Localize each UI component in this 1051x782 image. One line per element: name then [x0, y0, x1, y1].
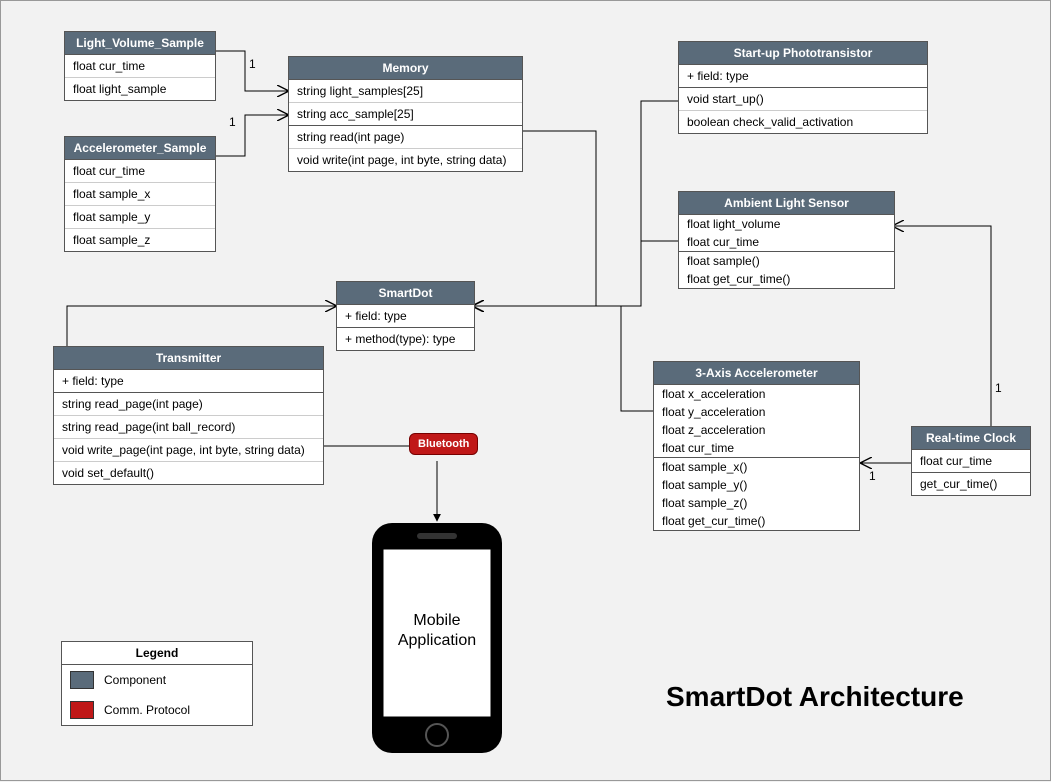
multiplicity-label: 1: [249, 57, 256, 71]
class-memory: Memory string light_samples[25] string a…: [288, 56, 523, 172]
class-op: string read_page(int ball_record): [54, 416, 323, 439]
class-op: float get_cur_time(): [679, 270, 894, 288]
diagram-title: SmartDot Architecture: [666, 681, 964, 713]
class-attr: float z_acceleration: [654, 421, 859, 439]
class-title: Accelerometer_Sample: [65, 137, 215, 160]
class-title: Transmitter: [54, 347, 323, 370]
class-three-axis-accelerometer: 3-Axis Accelerometer float x_acceleratio…: [653, 361, 860, 531]
class-attr: float light_sample: [65, 78, 215, 100]
class-attr: string acc_sample[25]: [289, 103, 522, 125]
class-title: Real-time Clock: [912, 427, 1030, 450]
class-realtime-clock: Real-time Clock float cur_time get_cur_t…: [911, 426, 1031, 496]
legend-label: Comm. Protocol: [104, 703, 190, 717]
class-op: float get_cur_time(): [654, 512, 859, 530]
multiplicity-label: 1: [995, 381, 1002, 395]
class-op: void set_default(): [54, 462, 323, 484]
class-op: get_cur_time(): [912, 473, 1030, 495]
class-attr: float cur_time: [65, 55, 215, 78]
class-attr: float sample_y: [65, 206, 215, 229]
class-attr: + field: type: [337, 305, 474, 327]
class-light-volume-sample: Light_Volume_Sample float cur_time float…: [64, 31, 216, 101]
class-attr: string light_samples[25]: [289, 80, 522, 103]
class-op: void write(int page, int byte, string da…: [289, 149, 522, 171]
bluetooth-badge: Bluetooth: [409, 433, 478, 455]
class-op: void start_up(): [679, 88, 927, 111]
class-attr: float cur_time: [679, 233, 894, 251]
mobile-application-label: Mobile Application: [367, 611, 507, 651]
diagram-canvas: 1 1 1 1 Light_Volume_Sample float cur_ti…: [0, 0, 1051, 781]
class-attr: float x_acceleration: [654, 385, 859, 403]
legend-swatch-protocol: [70, 701, 94, 719]
class-attr: float cur_time: [65, 160, 215, 183]
class-attr: float cur_time: [912, 450, 1030, 472]
legend-row-component: Component: [62, 665, 252, 695]
class-op: string read(int page): [289, 126, 522, 149]
legend-swatch-component: [70, 671, 94, 689]
class-title: 3-Axis Accelerometer: [654, 362, 859, 385]
multiplicity-label: 1: [869, 469, 876, 483]
class-title: Ambient Light Sensor: [679, 192, 894, 215]
class-title: Memory: [289, 57, 522, 80]
class-attr: + field: type: [54, 370, 323, 392]
class-startup-phototransistor: Start-up Phototransistor + field: type v…: [678, 41, 928, 134]
class-accelerometer-sample: Accelerometer_Sample float cur_time floa…: [64, 136, 216, 252]
class-transmitter: Transmitter + field: type string read_pa…: [53, 346, 324, 485]
legend-row-protocol: Comm. Protocol: [62, 695, 252, 725]
class-attr: float y_acceleration: [654, 403, 859, 421]
class-title: Start-up Phototransistor: [679, 42, 927, 65]
mobile-application-device: Mobile Application: [367, 521, 507, 759]
multiplicity-label: 1: [229, 115, 236, 129]
class-attr: float cur_time: [654, 439, 859, 457]
class-attr: + field: type: [679, 65, 927, 87]
class-title: Light_Volume_Sample: [65, 32, 215, 55]
class-attr: float sample_x: [65, 183, 215, 206]
class-smartdot: SmartDot + field: type + method(type): t…: [336, 281, 475, 351]
class-op: float sample_z(): [654, 494, 859, 512]
class-op: void write_page(int page, int byte, stri…: [54, 439, 323, 462]
class-attr: float sample_z: [65, 229, 215, 251]
class-op: boolean check_valid_activation: [679, 111, 927, 133]
class-op: string read_page(int page): [54, 393, 323, 416]
class-op: + method(type): type: [337, 328, 474, 350]
class-op: float sample(): [679, 252, 894, 270]
legend: Legend Component Comm. Protocol: [61, 641, 253, 726]
class-op: float sample_x(): [654, 458, 859, 476]
legend-label: Component: [104, 673, 166, 687]
class-ambient-light-sensor: Ambient Light Sensor float light_volume …: [678, 191, 895, 289]
class-title: SmartDot: [337, 282, 474, 305]
legend-title: Legend: [62, 642, 252, 665]
class-attr: float light_volume: [679, 215, 894, 233]
class-op: float sample_y(): [654, 476, 859, 494]
